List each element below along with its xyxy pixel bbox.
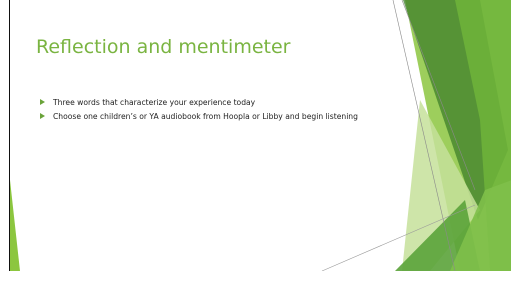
bullet-list: Three words that characterize your exper… — [40, 98, 400, 126]
slide-title: Reflection and mentimeter — [36, 36, 291, 58]
bullet-item: Choose one children’s or YA audiobook fr… — [40, 112, 400, 121]
triangle-bullet-icon — [40, 113, 45, 119]
triangle-bullet-icon — [40, 99, 45, 105]
bullet-item: Three words that characterize your exper… — [40, 98, 400, 107]
green-facet-left — [10, 180, 20, 271]
bullet-text: Choose one children’s or YA audiobook fr… — [53, 112, 358, 121]
slide: Reflection and mentimeter Three words th… — [9, 0, 511, 271]
bullet-text: Three words that characterize your exper… — [53, 98, 256, 107]
